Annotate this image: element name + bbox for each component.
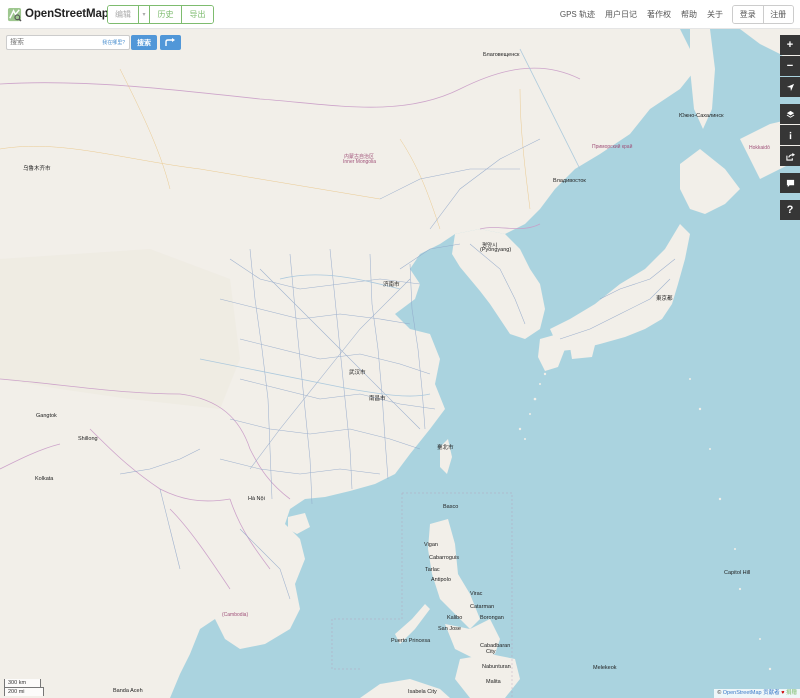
directions-icon: [165, 38, 175, 46]
place-yuzhno-sakhalinsk: Южно-Сахалинск: [679, 113, 724, 119]
top-nav: GPS 轨迹 用户日记 著作权 帮助 关于: [560, 0, 723, 29]
logo[interactable]: OpenStreetMap: [7, 0, 109, 29]
place-melekeok: Melekeok: [593, 665, 617, 671]
locate-icon: [786, 83, 794, 91]
place-gangtok: Gangtok: [36, 413, 57, 419]
where-am-i-link[interactable]: 我在哪里?: [102, 39, 125, 46]
share-button[interactable]: [780, 146, 800, 166]
map-tiles: [0, 29, 800, 698]
header-bar: OpenStreetMap 编辑 ▾ 历史 导出 GPS 轨迹 用户日记 著作权…: [0, 0, 800, 29]
place-kalibo: Kalibo: [447, 615, 463, 621]
scale-mi: 200 mi: [4, 687, 44, 696]
copyright-symbol: ©: [717, 690, 722, 696]
place-banda-aceh: Banda Aceh: [113, 688, 143, 694]
layers-button[interactable]: [780, 104, 800, 124]
map-key-button[interactable]: [780, 125, 800, 145]
signup-button[interactable]: 注册: [763, 6, 793, 23]
history-button[interactable]: 历史: [150, 6, 182, 23]
place-antipolo: Antipolo: [431, 577, 451, 583]
place-inner-mongolia-en: Inner Mongolia: [343, 159, 377, 165]
place-jinan: 济南市: [383, 282, 400, 288]
search-input[interactable]: [7, 36, 97, 49]
place-basco: Basco: [443, 504, 459, 510]
login-button[interactable]: 登录: [733, 6, 764, 23]
place-nabunturan: Nabunturan: [482, 664, 511, 670]
nav-gps-traces[interactable]: GPS 轨迹: [560, 9, 595, 20]
export-button[interactable]: 导出: [182, 6, 213, 23]
query-features-button[interactable]: ?: [780, 200, 800, 220]
osm-link[interactable]: OpenStreetMap: [723, 690, 762, 696]
zoom-out-button[interactable]: −: [780, 56, 800, 76]
zoom-in-button[interactable]: +: [780, 35, 800, 55]
place-wuhan: 武汉市: [349, 370, 366, 376]
place-hokkaido: Hokkaidō: [749, 145, 770, 151]
place-taipei: 臺北市: [437, 445, 454, 451]
place-nanchang: 南昌市: [369, 396, 386, 402]
place-shillong: Shillong: [78, 436, 98, 442]
place-malita: Malita: [486, 679, 501, 685]
place-cabadbaran-city: City: [486, 649, 496, 655]
locate-button[interactable]: [780, 77, 800, 97]
map-canvas[interactable]: Благовещенск Южно-Сахалинск Владивосток …: [0, 29, 800, 698]
place-capitol-hill: Capitol Hill: [724, 570, 751, 576]
donate-link[interactable]: 捐赠: [786, 690, 797, 696]
edit-dropdown-button[interactable]: ▾: [139, 6, 150, 23]
place-primorsky: Приморский край: [592, 144, 633, 150]
auth-button-group: 登录 注册: [732, 5, 794, 24]
directions-button[interactable]: [160, 35, 181, 50]
place-tokyo: 東京都: [656, 296, 673, 302]
brand-name: OpenStreetMap: [25, 8, 109, 20]
heart-icon: ♥: [781, 690, 785, 696]
place-virac: Virac: [470, 591, 483, 597]
contributors-link[interactable]: 贡献者: [763, 690, 780, 696]
attribution: © OpenStreetMap 贡献者 ♥ 捐赠: [714, 689, 800, 698]
place-cambodia: (Cambodia): [222, 612, 249, 618]
place-urumqi: 乌鲁木齐市: [23, 166, 51, 172]
search-box: 我在哪里?: [6, 35, 130, 50]
nav-user-diaries[interactable]: 用户日记: [605, 9, 637, 20]
edit-button-group: 编辑 ▾ 历史 导出: [107, 5, 214, 24]
place-pyongyang-en: (Pyongyang): [480, 247, 512, 253]
place-kolkata: Kolkata: [35, 476, 54, 482]
nav-copyright[interactable]: 著作权: [647, 9, 671, 20]
place-puerto-princesa: Puerto Princesa: [391, 638, 431, 644]
place-tarlac: Tarlac: [425, 567, 440, 573]
place-san-jose: San Jose: [438, 626, 461, 632]
place-vigan: Vigan: [424, 542, 438, 548]
place-isabela-city: Isabela City: [408, 689, 437, 695]
layers-icon: [786, 110, 794, 118]
nav-help[interactable]: 帮助: [681, 9, 697, 20]
note-icon: [786, 179, 794, 187]
place-borongan: Borongan: [480, 615, 504, 621]
place-catarman: Catarman: [470, 604, 495, 610]
place-blagoveshchensk: Благовещенск: [483, 52, 520, 58]
search-submit-button[interactable]: 搜索: [131, 35, 157, 50]
osm-logo-icon: [7, 7, 22, 22]
place-vladivostok: Владивосток: [553, 178, 586, 184]
place-hanoi: Hà Nội: [248, 496, 265, 502]
nav-about[interactable]: 关于: [707, 9, 723, 20]
place-cabarroguis: Cabarroguis: [429, 555, 459, 561]
edit-button[interactable]: 编辑: [108, 6, 139, 23]
share-icon: [785, 152, 795, 161]
info-icon: [789, 131, 791, 139]
add-note-button[interactable]: [780, 173, 800, 193]
